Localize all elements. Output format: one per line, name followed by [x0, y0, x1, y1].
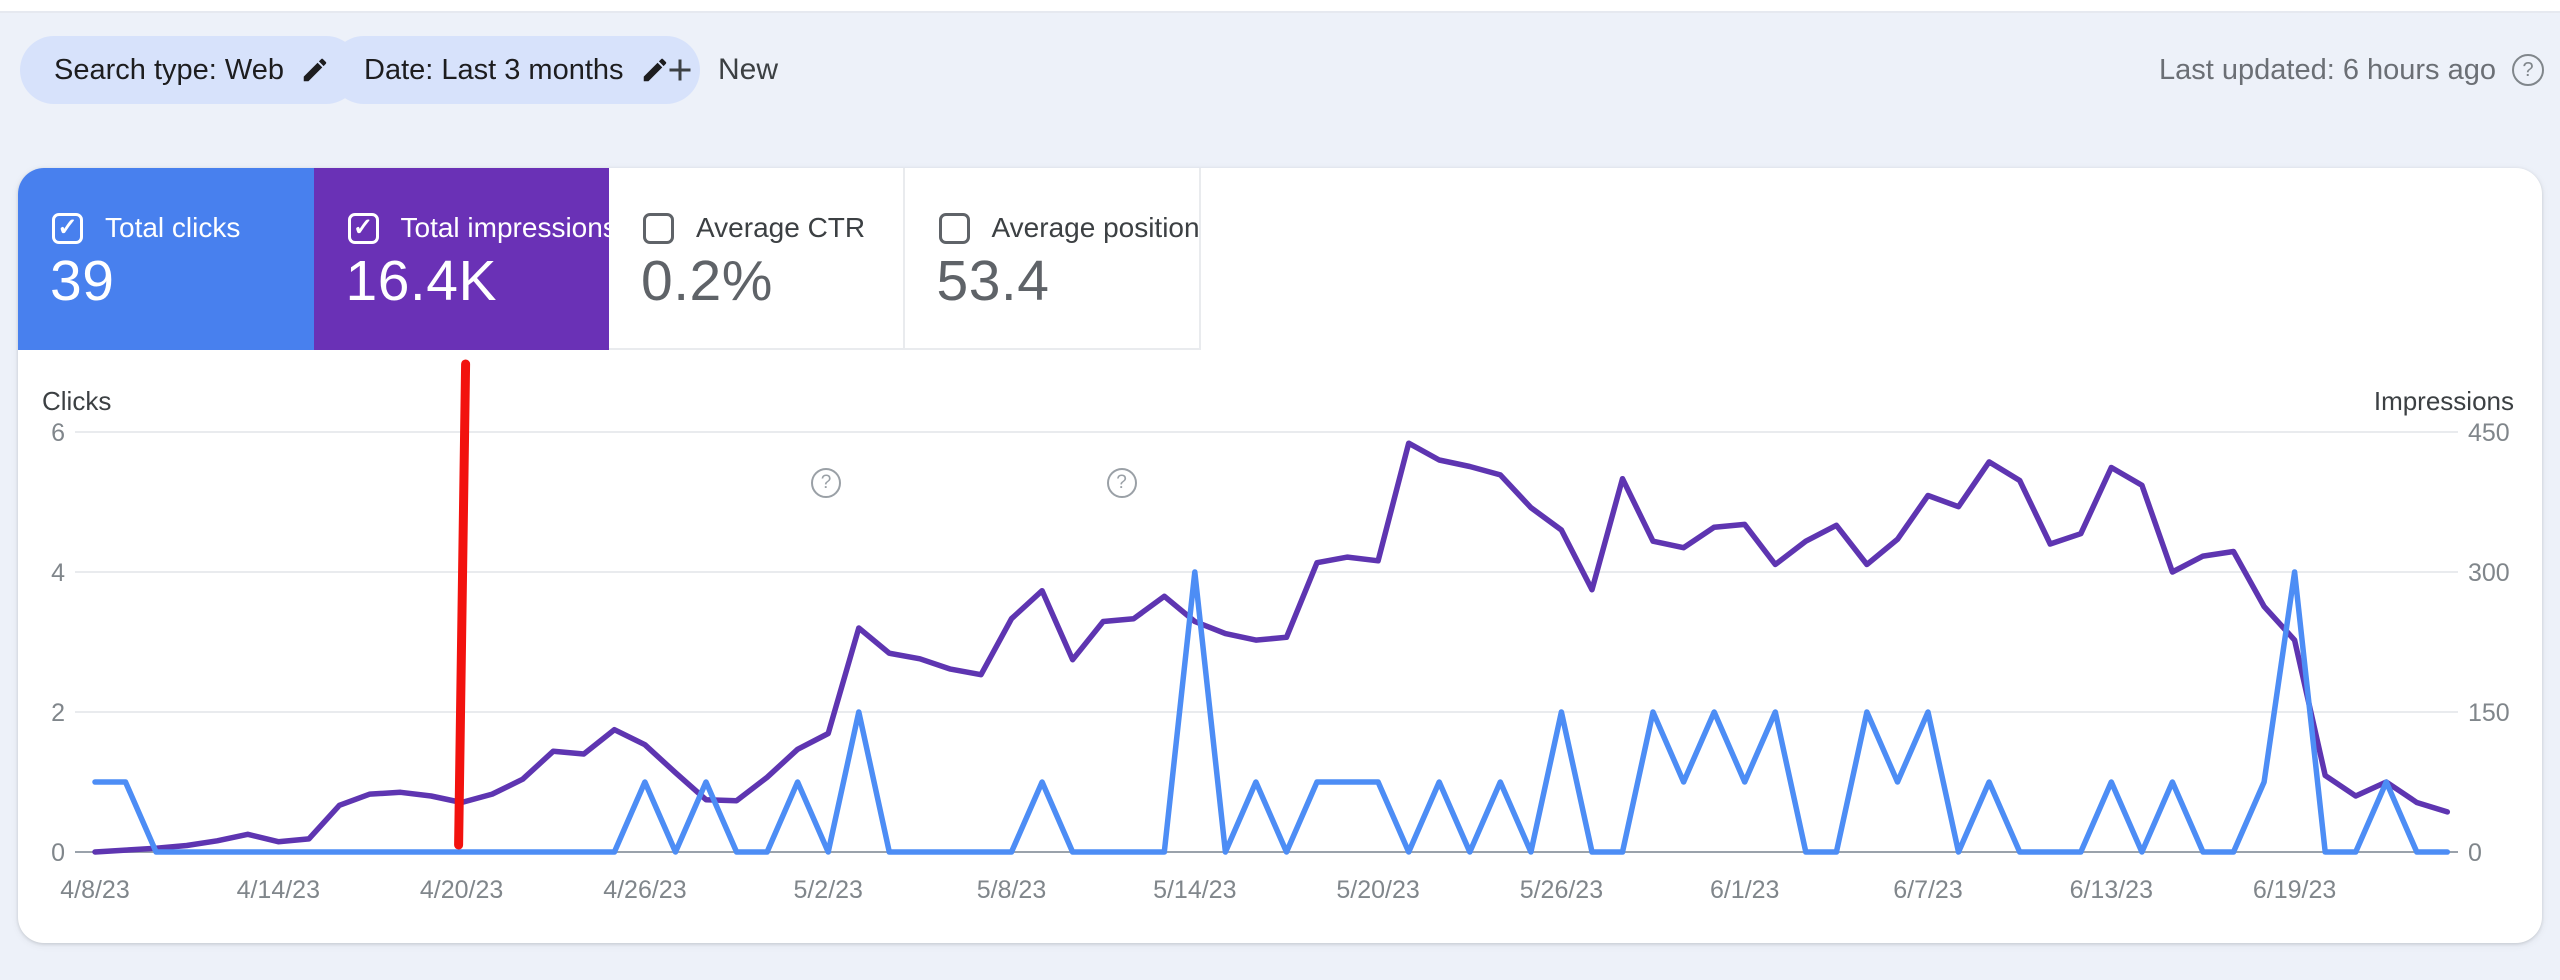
tile-label: Total clicks [105, 212, 241, 243]
average-position-value: 53.4 [936, 249, 1050, 313]
tile-label: Average position [991, 212, 1200, 243]
total-clicks-tile[interactable]: ✓ Total clicks 39 ? [18, 168, 314, 498]
pencil-edit-icon [303, 58, 327, 82]
tile-label: Total impressions [400, 212, 617, 243]
average-ctr-checkbox[interactable]: ✓ [643, 212, 674, 244]
tile-label: Average CTR [696, 212, 866, 243]
total-impressions-checkbox[interactable]: ✓ [347, 212, 379, 244]
new-filter-button-label: New [718, 53, 779, 86]
help-circle-icon[interactable]: ? [517, 468, 548, 498]
average-position-tile[interactable]: ✓ Average position 53.4 ? [904, 168, 1201, 498]
total-clicks-value: 39 [50, 249, 115, 313]
help-circle-icon[interactable]: ? [2512, 54, 2544, 86]
average-ctr-tile[interactable]: ✓ Average CTR 0.2% ? [609, 168, 905, 498]
last-updated-text: Last updated: 6 hours ago [2159, 53, 2496, 86]
clicks-axis-title: Clicks [42, 386, 112, 416]
total-impressions-value: 16.4K [345, 249, 497, 313]
new-filter-button[interactable]: New [642, 36, 798, 104]
plus-icon [669, 59, 691, 81]
help-circle-icon[interactable]: ? [811, 468, 841, 498]
page-top-divider [0, 0, 2560, 13]
search-type-filter-chip[interactable]: Search type: Web [20, 36, 360, 104]
date-filter-label: Date: Last 3 months [364, 53, 624, 86]
filter-bar: Search type: Web Date: Last 3 months New… [0, 36, 2560, 106]
total-impressions-tile[interactable]: ✓ Total impressions 16.4K ? [313, 168, 617, 498]
last-updated-status: Last updated: 6 hours ago ? [2159, 36, 2544, 104]
impressions-axis-title: Impressions [2373, 386, 2514, 416]
average-ctr-value: 0.2% [641, 249, 773, 313]
performance-card: ✓ Total clicks 39 ? ✓ Total impressions … [18, 168, 2542, 943]
average-position-checkbox[interactable]: ✓ [938, 212, 970, 244]
help-circle-icon[interactable]: ? [222, 468, 252, 498]
total-clicks-checkbox[interactable]: ✓ [52, 212, 83, 244]
search-type-filter-label: Search type: Web [54, 53, 284, 86]
help-circle-icon[interactable]: ? [1106, 468, 1137, 498]
